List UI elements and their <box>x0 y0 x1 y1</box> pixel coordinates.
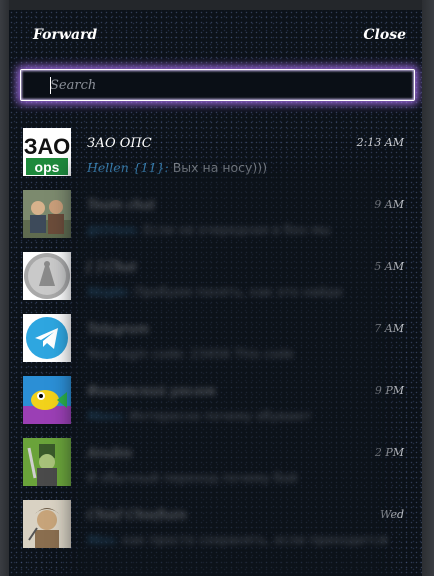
svg-text:ЗАО: ЗАО <box>24 134 71 159</box>
preview-sender: Hellen {11}: <box>87 160 169 175</box>
chat-name: Team chat <box>87 198 156 213</box>
drawn-portrait-icon <box>23 500 71 548</box>
chat-preview: @Orion: Если не очередная в бон мы <box>87 222 397 237</box>
group-photo-avatar <box>23 190 71 238</box>
cartoon-knight-avatar <box>23 438 71 486</box>
svg-text:ops: ops <box>35 159 60 175</box>
preview-sender: Maple: <box>87 284 131 299</box>
chat-preview: Hellen {11}: Вых на носу))) <box>87 160 397 175</box>
preview-sender: Max: <box>87 532 119 547</box>
close-button[interactable]: Close <box>363 27 406 43</box>
search-input[interactable] <box>21 70 414 100</box>
preview-text: Your login code: 23456 This code <box>87 346 294 361</box>
right-window-edge <box>422 0 434 576</box>
chat-preview: Your login code: 23456 This code <box>87 346 397 361</box>
chat-time: 9 PM <box>374 384 404 397</box>
chat-item-6[interactable]: Anubis 2 PM И обычный переход почему бой <box>9 434 422 496</box>
chat-preview: Max: как просто сохранять, если приходит… <box>87 532 397 547</box>
chat-name: ЗАО ОПС <box>87 136 152 151</box>
group-photo-icon <box>23 190 71 238</box>
chat-preview: Maxx: Интересно почему обувают <box>87 408 397 423</box>
dialog-header: Forward Close <box>9 10 422 62</box>
cartoon-fish-avatar <box>23 376 71 424</box>
chat-item-7[interactable]: Chief Chieftain Wed Max: как просто сохр… <box>9 496 422 558</box>
dialog-title: Forward <box>33 27 98 43</box>
zao-ops-logo-icon: ЗАО ops <box>23 128 71 176</box>
cartoon-knight-icon <box>23 438 71 486</box>
preview-text: Интересно почему обувают <box>125 408 312 423</box>
coin-avatar <box>23 252 71 300</box>
chat-name: Telegram <box>87 322 149 337</box>
chat-time: 2 PM <box>374 446 404 459</box>
chat-name: [ ] Chat <box>87 260 137 275</box>
chat-time: Wed <box>380 508 404 521</box>
preview-sender: Maxx: <box>87 408 126 423</box>
telegram-logo-icon <box>23 314 71 362</box>
preview-text: Вых на носу))) <box>168 160 268 175</box>
telegram-avatar <box>23 314 71 362</box>
chat-time: 9 AM <box>374 198 404 211</box>
chat-time: 5 AM <box>374 260 404 273</box>
preview-text: Пробуем понять, как это найде <box>130 284 343 299</box>
chat-name: Фанатский уголок <box>87 384 216 399</box>
forward-dialog: Forward Close ЗАО ops ЗАО ОПС 2:13 AM He… <box>9 10 422 576</box>
drawn-portrait-avatar <box>23 500 71 548</box>
text-caret <box>50 77 51 94</box>
preview-sender: @Orion: <box>87 222 140 237</box>
chat-time: 2:13 AM <box>356 136 404 149</box>
chat-name: Chief Chieftain <box>87 508 187 523</box>
preview-text: как просто сохранять, если приходится <box>118 532 387 547</box>
coin-icon <box>23 252 71 300</box>
chat-item-3[interactable]: [ ] Chat 5 AM Maple: Пробуем понять, как… <box>9 248 422 310</box>
chat-preview: Maple: Пробуем понять, как это найде <box>87 284 397 299</box>
search-box[interactable] <box>20 69 415 101</box>
chat-item-zao-ops[interactable]: ЗАО ops ЗАО ОПС 2:13 AM Hellen {11}: Вых… <box>9 124 422 186</box>
chat-item-5[interactable]: Фанатский уголок 9 PM Maxx: Интересно по… <box>9 372 422 434</box>
cartoon-fish-icon <box>23 376 71 424</box>
chat-time: 7 AM <box>374 322 404 335</box>
chat-name: Anubis <box>87 446 133 461</box>
chat-preview: И обычный переход почему бой <box>87 470 397 485</box>
preview-text: Если не очередная в бон мы <box>139 222 331 237</box>
chat-item-telegram[interactable]: Telegram 7 AM Your login code: 23456 Thi… <box>9 310 422 372</box>
preview-text: И обычный переход почему бой <box>87 470 298 485</box>
zao-ops-logo-avatar: ЗАО ops <box>23 128 71 176</box>
left-window-edge <box>0 0 9 576</box>
chat-item-2[interactable]: Team chat 9 AM @Orion: Если не очередная… <box>9 186 422 248</box>
